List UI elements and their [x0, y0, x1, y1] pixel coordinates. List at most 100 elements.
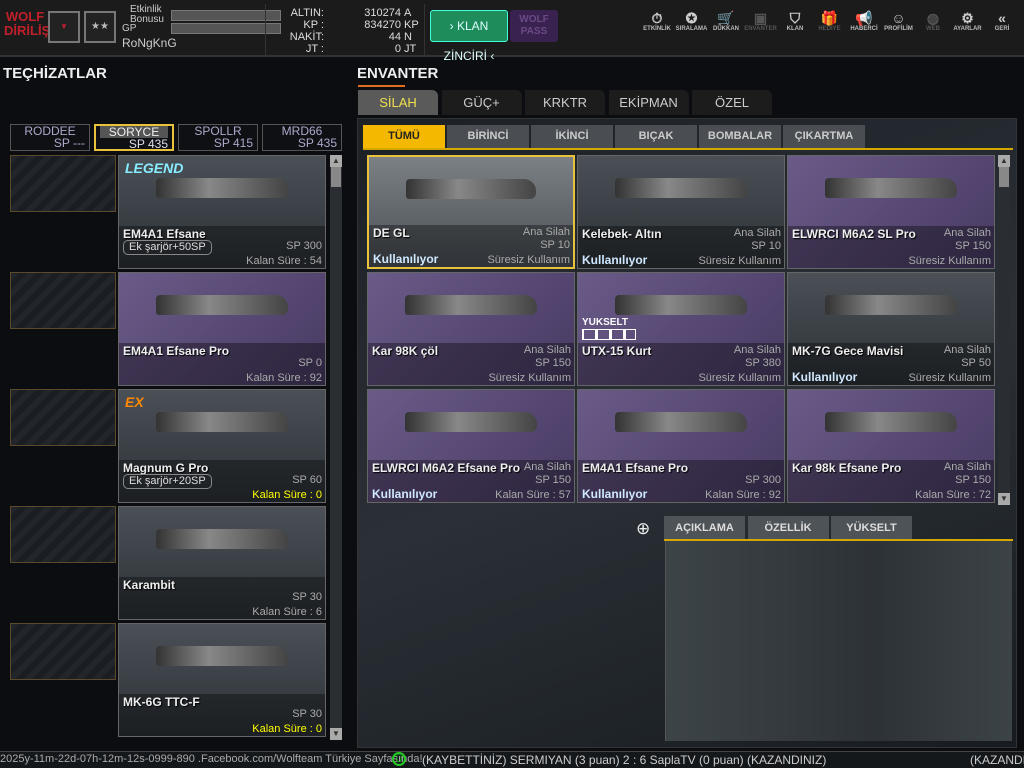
equipped-item[interactable]: Karambit SP 30 Kalan Süre : 6: [118, 506, 326, 620]
empty-slot[interactable]: [10, 155, 116, 212]
detail-tab-özelli̇k[interactable]: ÖZELLİK: [747, 516, 829, 540]
inventory-item[interactable]: ELWRCI M6A2 Efsane Pro Ana Silah SP 150 Kal…: [367, 389, 575, 503]
tab-krktr[interactable]: KRKTR: [525, 90, 605, 115]
empty-slot[interactable]: [10, 272, 116, 329]
item-duration: Kalan Süre : 92: [705, 489, 781, 501]
item-name: DE GL: [373, 226, 410, 240]
scroll-thumb[interactable]: [331, 167, 341, 187]
item-sp: SP 30: [292, 591, 322, 603]
subtab-çikartma[interactable]: ÇIKARTMA: [783, 125, 865, 148]
item-name: Kelebek- Altın: [582, 227, 662, 241]
nav-label: DÜKKAN: [713, 26, 739, 32]
inventory-item[interactable]: Kar 98K çöl Ana Silah SP 150 Süresiz Kullan…: [367, 272, 575, 386]
nav-ayarlar[interactable]: ⚙ AYARLAR: [951, 10, 985, 32]
nav-haberci̇[interactable]: 📢 HABERCİ: [847, 10, 881, 32]
nav-envanter[interactable]: ▣ ENVANTER: [744, 10, 778, 32]
zoom-in-icon[interactable]: ⊕: [636, 519, 650, 539]
empty-slot[interactable]: [10, 623, 116, 680]
game-logo: WOLF DİRİLİŞ: [4, 9, 51, 38]
hedi̇ye-icon: 🎁: [820, 10, 839, 26]
loadout-tab-roddee[interactable]: RODDEE SP ---: [10, 124, 90, 151]
inventory-item[interactable]: DE GL Ana Silah SP 10 Süresiz Kullanım Kulla…: [367, 155, 575, 269]
currency-label: JT :: [305, 43, 324, 55]
empty-slot[interactable]: [10, 506, 116, 563]
weapon-image: [405, 294, 537, 316]
item-sp: SP 150: [955, 474, 991, 486]
loadout-tab-spollr[interactable]: SPOLLR SP 415: [178, 124, 258, 151]
item-name: EM4A1 Efsane Pro: [123, 344, 230, 358]
currency-value: 0: [394, 43, 401, 55]
empty-slot[interactable]: [10, 389, 116, 446]
nav-web[interactable]: ◍ WEB: [916, 10, 950, 32]
inventory-item[interactable]: Kelebek- Altın Ana Silah SP 10 Süresiz Kull…: [577, 155, 785, 269]
subtab-bi̇ri̇nci̇[interactable]: BİRİNCİ: [447, 125, 529, 148]
inventory-item[interactable]: YUKSELT UTX-15 Kurt Ana Silah SP 380 Süresiz…: [577, 272, 785, 386]
currency-value: 310274: [364, 7, 401, 19]
tab-eki̇pman[interactable]: EKİPMAN: [608, 90, 689, 115]
subtab-underline: [363, 148, 1013, 150]
item-duration: Kalan Süre : 0: [252, 723, 322, 735]
item-duration: Süresiz Kullanım: [488, 372, 571, 384]
nav-label: GERİ: [994, 26, 1010, 32]
inventory-item[interactable]: ELWRCI M6A2 SL Pro Ana Silah SP 150 Süresiz…: [787, 155, 995, 269]
nav-etki̇nli̇k[interactable]: ⏱ ETKİNLİK: [640, 10, 674, 32]
subtab-bombalar[interactable]: BOMBALAR: [699, 125, 781, 148]
nav-profi̇li̇m[interactable]: ☺ PROFİLİM: [882, 10, 916, 32]
scroll-down-icon[interactable]: ▼: [330, 728, 342, 740]
scroll-thumb[interactable]: [999, 167, 1009, 187]
loadout-tab-soryce[interactable]: SORYCE SP 435: [94, 124, 174, 151]
item-name: UTX-15 Kurt: [582, 344, 652, 358]
klan-chain-button[interactable]: › KLAN ZİNCİRİ ‹: [430, 10, 508, 63]
nav-klan[interactable]: ⛉ KLAN: [778, 10, 812, 32]
upgrade-label: YUKSELT: [582, 317, 628, 328]
weapon-image: [825, 294, 957, 316]
nav-hedi̇ye[interactable]: 🎁 HEDİYE: [813, 10, 847, 32]
detail-tab-yükselt[interactable]: YÜKSELT: [831, 516, 912, 540]
item-image: [368, 390, 574, 468]
subtab-i̇ki̇nci̇[interactable]: İKİNCİ: [531, 125, 613, 148]
equipped-item[interactable]: EM4A1 Efsane Pro SP 0 Kalan Süre : 92: [118, 272, 326, 386]
wolf-pass-button[interactable]: WOLF PASS: [510, 10, 558, 42]
scroll-down-icon[interactable]: ▼: [998, 493, 1010, 505]
item-sp: SP 300: [745, 474, 781, 486]
inventory-scrollbar[interactable]: ▲ ▼: [998, 155, 1010, 505]
scroll-up-icon[interactable]: ▲: [330, 155, 342, 167]
nav-label: PROFİLİM: [884, 26, 913, 32]
scroll-up-icon[interactable]: ▲: [998, 155, 1010, 167]
nav-geri̇[interactable]: «GERİ: [985, 10, 1019, 32]
item-type: Ana Silah: [522, 226, 570, 238]
subtab-tümü[interactable]: TÜMÜ: [363, 125, 445, 148]
item-type: Ana Silah: [943, 227, 991, 239]
tab-si̇lah[interactable]: SİLAH: [358, 90, 438, 115]
item-info: DE GL Ana Silah SP 10 Süresiz Kullanım Kulla…: [369, 225, 573, 267]
clan-emblem[interactable]: ▼: [48, 11, 80, 43]
item-sp: SP 150: [535, 474, 571, 486]
item-info: ELWRCI M6A2 Efsane Pro Ana Silah SP 150 Kal…: [368, 460, 574, 502]
nav-label: HEDİYE: [818, 26, 841, 32]
equipped-item[interactable]: EX Magnum G Pro Ek şarjör+20SP SP 60 Kalan S…: [118, 389, 326, 503]
nav-dükkan[interactable]: 🛒 DÜKKAN: [709, 10, 743, 32]
nav-siralama[interactable]: ✪ SIRALAMA: [675, 10, 709, 32]
weapon-image: [156, 645, 288, 667]
tab-özel[interactable]: ÖZEL: [692, 90, 772, 115]
loadout-tab-mrd66[interactable]: MRD66 SP 435: [262, 124, 342, 151]
item-image: [788, 390, 994, 468]
item-name: EM4A1 Efsane Pro: [582, 461, 689, 475]
inventory-item[interactable]: MK-7G Gece Mavisi Ana Silah SP 50 Süresiz K…: [787, 272, 995, 386]
inventory-item[interactable]: EM4A1 Efsane Pro SP 300 Kalan Süre : 92 Kul…: [577, 389, 785, 503]
inventory-item[interactable]: Kar 98k Efsane Pro Ana Silah SP 150 Kalan S…: [787, 389, 995, 503]
item-info: ELWRCI M6A2 SL Pro Ana Silah SP 150 Süresiz…: [788, 226, 994, 268]
item-type: Ana Silah: [523, 461, 571, 473]
currency-label: NAKİT:: [289, 31, 324, 43]
detail-tab-açiklama[interactable]: AÇIKLAMA: [664, 516, 745, 540]
item-name: Kar 98k Efsane Pro: [792, 461, 902, 475]
tab-güç+[interactable]: GÜÇ+: [441, 90, 522, 115]
item-type: Ana Silah: [733, 344, 781, 356]
item-info: UTX-15 Kurt Ana Silah SP 380 Süresiz Kullan…: [578, 343, 784, 385]
equipped-item[interactable]: MK-6G TTC-F SP 30 Kalan Süre : 0: [118, 623, 326, 737]
item-info: EM4A1 Efsane Pro SP 300 Kalan Süre : 92 Kul…: [578, 460, 784, 502]
equipment-scrollbar[interactable]: ▲ ▼: [330, 155, 342, 740]
equipped-item[interactable]: LEGEND EM4A1 Efsane Ek şarjör+50SP SP 300 Ka…: [118, 155, 326, 269]
subtab-biçak[interactable]: BIÇAK: [615, 125, 697, 148]
currency-value: 834270: [364, 19, 401, 31]
